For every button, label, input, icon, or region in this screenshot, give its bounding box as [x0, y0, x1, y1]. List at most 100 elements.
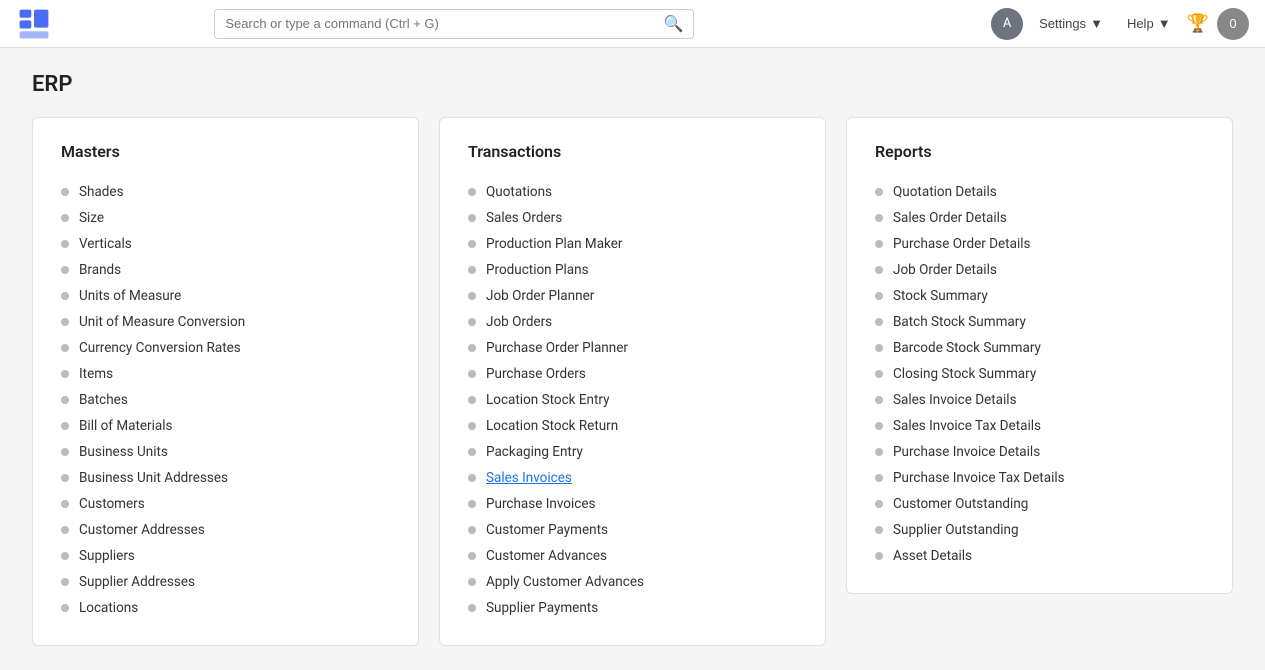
reports-list: Quotation Details Sales Order Details Purc… [875, 179, 1204, 569]
list-item-link[interactable]: Batches [79, 392, 128, 408]
list-item-link[interactable]: Sales Order Details [893, 210, 1007, 226]
list-item-link[interactable]: Sales Invoices [486, 470, 572, 486]
list-item-link[interactable]: Stock Summary [893, 288, 988, 304]
list-item-link[interactable]: Purchase Order Planner [486, 340, 628, 356]
list-dot [61, 266, 69, 274]
list-item-link[interactable]: Location Stock Return [486, 418, 618, 434]
list-item-link[interactable]: Unit of Measure Conversion [79, 314, 245, 330]
list-item-link[interactable]: Location Stock Entry [486, 392, 609, 408]
list-item: Suppliers [61, 543, 390, 569]
help-button[interactable]: Help ▼ [1119, 12, 1179, 35]
list-item-link[interactable]: Production Plans [486, 262, 589, 278]
list-item-link[interactable]: Items [79, 366, 113, 382]
list-item-link[interactable]: Purchase Invoice Tax Details [893, 470, 1065, 486]
list-item-link[interactable]: Customer Advances [486, 548, 607, 564]
list-item-link[interactable]: Sales Orders [486, 210, 562, 226]
list-item-link[interactable]: Suppliers [79, 548, 135, 564]
list-item-link[interactable]: Packaging Entry [486, 444, 583, 460]
list-item-link[interactable]: Bill of Materials [79, 418, 173, 434]
list-item-link[interactable]: Business Unit Addresses [79, 470, 228, 486]
list-item: Production Plans [468, 257, 797, 283]
list-item: Sales Invoices [468, 465, 797, 491]
list-item-link[interactable]: Currency Conversion Rates [79, 340, 241, 356]
list-item: Purchase Orders [468, 361, 797, 387]
trophy-icon: 🏆 [1187, 13, 1209, 34]
list-item-link[interactable]: Asset Details [893, 548, 972, 564]
notifications-button[interactable]: 0 [1217, 8, 1249, 40]
list-dot [61, 370, 69, 378]
list-dot [468, 344, 476, 352]
list-item-link[interactable]: Batch Stock Summary [893, 314, 1026, 330]
list-dot [61, 526, 69, 534]
list-item: Sales Invoice Details [875, 387, 1204, 413]
list-dot [61, 214, 69, 222]
list-item-link[interactable]: Barcode Stock Summary [893, 340, 1041, 356]
list-item: Apply Customer Advances [468, 569, 797, 595]
list-item-link[interactable]: Units of Measure [79, 288, 181, 304]
list-dot [875, 188, 883, 196]
list-item-link[interactable]: Supplier Outstanding [893, 522, 1019, 538]
list-dot [468, 318, 476, 326]
user-avatar[interactable]: A [991, 8, 1023, 40]
page-title: ERP [32, 72, 1233, 97]
list-item: Business Unit Addresses [61, 465, 390, 491]
list-dot [61, 422, 69, 430]
list-item-link[interactable]: Apply Customer Advances [486, 574, 644, 590]
transactions-heading: Transactions [468, 142, 797, 161]
list-item-link[interactable]: Production Plan Maker [486, 236, 623, 252]
list-item-link[interactable]: Brands [79, 262, 121, 278]
list-item-link[interactable]: Sales Invoice Tax Details [893, 418, 1041, 434]
logo[interactable] [16, 6, 52, 42]
masters-list: Shades Size Verticals Brands Units of Measur… [61, 179, 390, 621]
reports-card: Reports Quotation Details Sales Order Det… [846, 117, 1233, 594]
list-item: Quotations [468, 179, 797, 205]
list-item: Size [61, 205, 390, 231]
transactions-list: Quotations Sales Orders Production Plan Ma… [468, 179, 797, 621]
list-item-link[interactable]: Purchase Invoices [486, 496, 595, 512]
list-dot [875, 214, 883, 222]
list-item-link[interactable]: Supplier Addresses [79, 574, 195, 590]
list-dot [61, 578, 69, 586]
list-item-link[interactable]: Business Units [79, 444, 168, 460]
list-item-link[interactable]: Closing Stock Summary [893, 366, 1036, 382]
list-item-link[interactable]: Customer Payments [486, 522, 608, 538]
list-item-link[interactable]: Job Orders [486, 314, 552, 330]
list-item-link[interactable]: Job Order Planner [486, 288, 594, 304]
list-dot [468, 292, 476, 300]
list-item: Job Order Details [875, 257, 1204, 283]
list-item: Brands [61, 257, 390, 283]
list-dot [875, 318, 883, 326]
list-item: Business Units [61, 439, 390, 465]
list-item-link[interactable]: Locations [79, 600, 138, 616]
reports-heading: Reports [875, 142, 1204, 161]
list-item: Customer Outstanding [875, 491, 1204, 517]
list-item: Verticals [61, 231, 390, 257]
list-item-link[interactable]: Purchase Invoice Details [893, 444, 1040, 460]
search-button[interactable]: 🔍 [663, 14, 683, 34]
list-item-link[interactable]: Job Order Details [893, 262, 997, 278]
list-item-link[interactable]: Quotations [486, 184, 552, 200]
list-item-link[interactable]: Shades [79, 184, 124, 200]
settings-button[interactable]: Settings ▼ [1031, 12, 1111, 35]
list-dot [61, 474, 69, 482]
list-dot [468, 526, 476, 534]
list-item-link[interactable]: Supplier Payments [486, 600, 598, 616]
list-item-link[interactable]: Size [79, 210, 104, 226]
search-input[interactable] [225, 16, 663, 31]
list-item: Purchase Invoices [468, 491, 797, 517]
transactions-card: Transactions Quotations Sales Orders Produ… [439, 117, 826, 646]
list-item: Customer Advances [468, 543, 797, 569]
list-item-link[interactable]: Customers [79, 496, 145, 512]
list-item: Sales Invoice Tax Details [875, 413, 1204, 439]
list-item-link[interactable]: Customer Outstanding [893, 496, 1028, 512]
list-item-link[interactable]: Sales Invoice Details [893, 392, 1017, 408]
list-item-link[interactable]: Purchase Orders [486, 366, 586, 382]
list-dot [875, 422, 883, 430]
list-dot [468, 422, 476, 430]
list-item-link[interactable]: Verticals [79, 236, 132, 252]
masters-card: Masters ShadesSizeVerticalsBrandsUnits o… [32, 117, 419, 646]
list-item-link[interactable]: Customer Addresses [79, 522, 205, 538]
list-item-link[interactable]: Quotation Details [893, 184, 997, 200]
list-dot [875, 474, 883, 482]
list-item-link[interactable]: Purchase Order Details [893, 236, 1030, 252]
